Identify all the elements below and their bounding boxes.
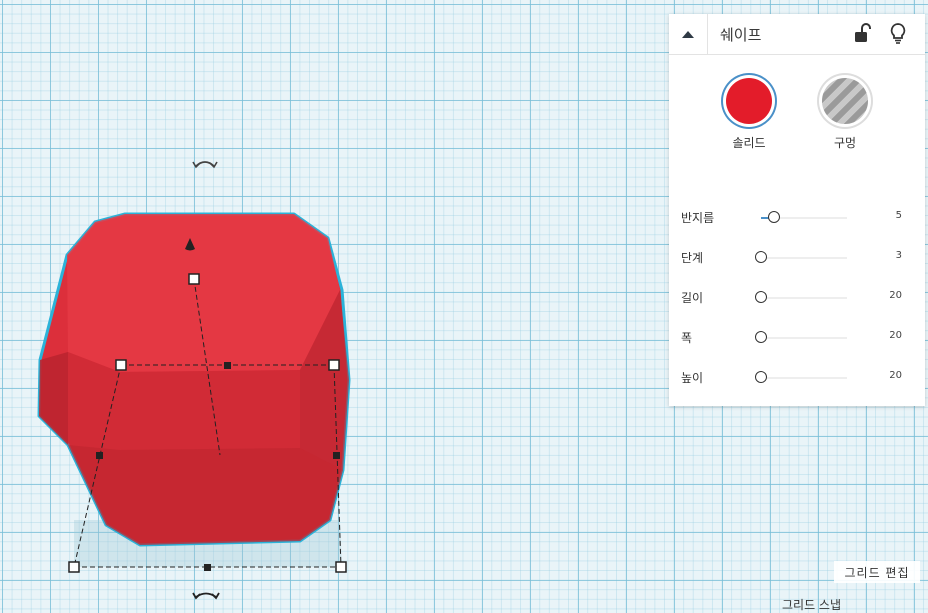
param-slider-thumb[interactable] (755, 371, 767, 383)
height-handle[interactable] (188, 273, 200, 285)
rotate-arrow-icon[interactable] (192, 161, 218, 169)
param-slider-track[interactable] (755, 371, 847, 383)
unlock-icon (855, 23, 871, 42)
edge-handle-right[interactable] (333, 452, 340, 459)
lightbulb-icon (890, 23, 906, 44)
lock-button[interactable] (853, 23, 871, 43)
param-value[interactable]: 5 (896, 210, 902, 221)
hole-option[interactable]: 구멍 (815, 78, 875, 151)
solid-option[interactable]: 솔리드 (719, 78, 779, 151)
param-label: 길이 (681, 291, 704, 305)
solid-label: 솔리드 (732, 136, 766, 150)
param-slider-track[interactable] (755, 251, 847, 263)
param-slider-thumb[interactable] (767, 211, 780, 223)
param-value[interactable]: 20 (889, 370, 902, 381)
panel-title: 쉐이프 (720, 26, 762, 44)
param-row-height: 높이 20 (669, 366, 925, 390)
param-slider-track[interactable] (755, 331, 847, 343)
param-row-radius: 반지름 5 (669, 206, 925, 230)
corner-handle-top-left[interactable] (115, 359, 127, 371)
grid-edit-button[interactable]: 그리드 편집 (834, 561, 920, 583)
param-label: 반지름 (681, 211, 715, 225)
param-value[interactable]: 20 (889, 290, 902, 301)
param-row-width: 폭 20 (669, 326, 925, 350)
param-slider-thumb[interactable] (755, 331, 767, 343)
panel-header: 쉐이프 (669, 14, 925, 55)
param-label: 폭 (681, 331, 693, 345)
param-label: 단계 (681, 251, 704, 265)
param-row-length: 길이 20 (669, 286, 925, 310)
rounded-box-shape[interactable] (37, 212, 351, 547)
corner-handle-bottom-right[interactable] (335, 561, 347, 573)
edge-handle-bottom[interactable] (204, 564, 211, 571)
edge-handle-left[interactable] (96, 452, 103, 459)
hole-swatch[interactable] (822, 78, 868, 124)
shape-properties-panel: 쉐이프 솔리드 구멍 반지름 5 단계 3 길이 20 폭 20 높이 20 (669, 14, 925, 406)
corner-handle-top-right[interactable] (328, 359, 340, 371)
param-slider-track[interactable] (755, 291, 847, 303)
param-row-steps: 단계 3 (669, 246, 925, 270)
corner-handle-bottom-left[interactable] (68, 561, 80, 573)
solid-color-swatch[interactable] (726, 78, 772, 124)
param-slider-thumb[interactable] (755, 251, 767, 263)
param-value[interactable]: 20 (889, 330, 902, 341)
grid-snap-label[interactable]: 그리드 스냅 (782, 596, 841, 613)
param-label: 높이 (681, 371, 704, 385)
caret-up-icon (682, 31, 694, 38)
param-value[interactable]: 3 (896, 250, 902, 261)
param-slider-track[interactable] (761, 211, 847, 223)
hole-label: 구멍 (833, 136, 857, 150)
rotate-arrow-bottom-icon[interactable] (192, 592, 220, 600)
edge-handle-top[interactable] (224, 362, 231, 369)
param-slider-thumb[interactable] (755, 291, 767, 303)
visibility-button[interactable] (889, 22, 907, 44)
collapse-panel-button[interactable] (669, 14, 708, 54)
